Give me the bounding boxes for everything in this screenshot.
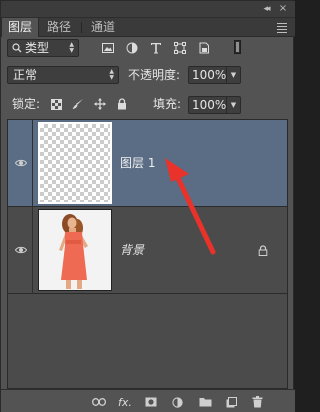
delete-layer-button[interactable] — [249, 395, 265, 409]
panel-title-bar: ◂◂ × — [1, 1, 295, 18]
link-layers-button[interactable] — [91, 395, 107, 409]
new-group-button[interactable] — [197, 395, 213, 409]
eye-icon[interactable] — [15, 245, 27, 255]
trash-icon — [252, 396, 262, 408]
tab-layers[interactable]: 图层 — [1, 18, 40, 37]
shape-filter-icon[interactable] — [173, 41, 187, 55]
lock-row: 锁定: 填充: 100% ▼ — [1, 93, 295, 117]
lock-position-move-icon[interactable] — [93, 97, 107, 111]
visibility-column — [8, 120, 33, 207]
layers-panel: ◂◂ × 图层 路径 通道 类型 ▲ ▼ 正常 ▲ ▼ 不透明度: 100% ▼… — [0, 0, 295, 412]
folder-icon — [199, 398, 211, 407]
blend-mode-value: 正常 — [13, 68, 38, 82]
layer-thumbnail-photo — [38, 209, 112, 291]
blend-row: 正常 ▲ ▼ 不透明度: 100% ▼ — [1, 63, 295, 87]
opacity-field[interactable]: 100% ▼ — [188, 66, 241, 84]
adjustment-icon — [171, 396, 183, 408]
type-filter-icon[interactable] — [149, 41, 163, 55]
opacity-label: 不透明度: — [128, 68, 181, 82]
dropdown-arrows-icon: ▲ ▼ — [69, 41, 74, 54]
filter-toggle-switch[interactable] — [234, 40, 241, 54]
mask-icon — [145, 397, 157, 407]
fill-field[interactable]: 100% ▼ — [188, 96, 241, 114]
layers-bottom-toolbar: fx. — [1, 389, 295, 412]
tab-channels[interactable]: 通道 — [85, 18, 121, 37]
new-layer-button[interactable] — [223, 395, 239, 409]
smart-object-filter-icon[interactable] — [197, 41, 211, 55]
adjustment-filter-icon[interactable] — [125, 41, 139, 55]
lock-transparent-pixels-icon[interactable] — [49, 97, 63, 111]
layer-name[interactable]: 背景 — [120, 241, 144, 258]
fill-value: 100% — [192, 98, 227, 112]
image-filter-icon[interactable] — [101, 41, 115, 55]
dropdown-arrows-icon: ▲ ▼ — [109, 68, 114, 81]
layer-name[interactable]: 图层 1 — [120, 154, 155, 171]
fx-icon: fx. — [118, 395, 132, 409]
collapse-panel-button[interactable]: ◂◂ — [259, 4, 273, 14]
blend-mode-dropdown[interactable]: 正常 ▲ ▼ — [7, 66, 119, 84]
filter-row: 类型 ▲ ▼ — [1, 37, 295, 59]
new-adjustment-layer-button[interactable] — [169, 395, 185, 409]
filter-kind-label: 类型 — [25, 41, 50, 55]
lock-all-icon[interactable] — [115, 97, 129, 111]
opacity-dropdown-icon[interactable]: ▼ — [226, 67, 240, 83]
eye-icon[interactable] — [15, 158, 27, 168]
layer-style-fx-button[interactable]: fx. — [117, 395, 133, 409]
lock-image-pixels-brush-icon[interactable] — [71, 97, 85, 111]
lock-label: 锁定: — [12, 97, 41, 111]
close-panel-button[interactable]: × — [277, 3, 289, 15]
filter-kind-dropdown[interactable]: 类型 ▲ ▼ — [7, 39, 79, 57]
layers-list: 图层 1 背景 — [7, 119, 288, 389]
link-icon — [92, 398, 106, 406]
fill-dropdown-icon[interactable]: ▼ — [226, 97, 240, 113]
opacity-value: 100% — [192, 68, 227, 82]
tab-paths[interactable]: 路径 — [41, 18, 77, 37]
panel-tabs: 图层 路径 通道 — [1, 18, 295, 37]
tab-divider — [81, 22, 82, 33]
search-icon — [12, 43, 22, 53]
visibility-column — [8, 207, 33, 294]
layer-row-background[interactable]: 背景 — [8, 207, 287, 294]
new-layer-icon — [226, 396, 237, 407]
layer-thumbnail-transparent — [38, 122, 112, 204]
layer-row-layer1[interactable]: 图层 1 — [8, 120, 287, 207]
fill-label: 填充: — [153, 97, 182, 111]
add-mask-button[interactable] — [143, 395, 159, 409]
woman-in-red-dress-image — [39, 210, 111, 290]
panel-menu-button[interactable] — [275, 21, 289, 33]
lock-icon — [258, 245, 268, 256]
